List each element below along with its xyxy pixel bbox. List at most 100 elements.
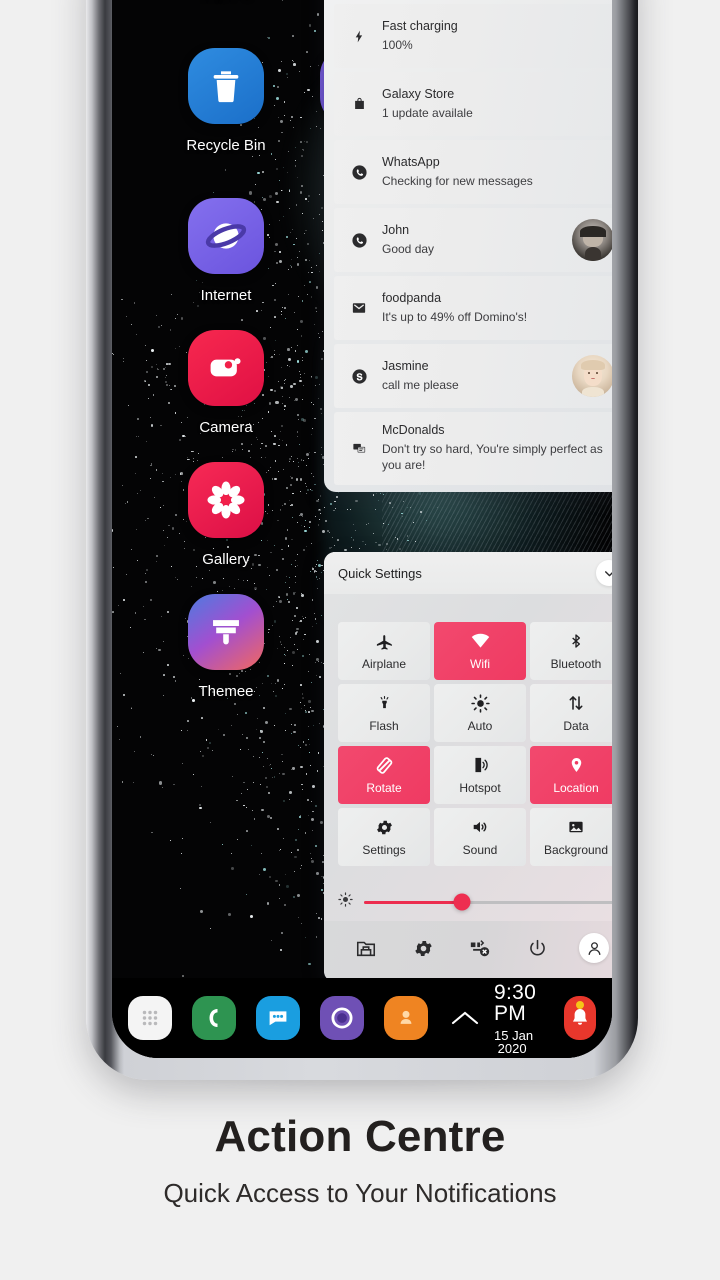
clock-date: 15 Jan 2020 <box>494 1029 552 1055</box>
quick-setting-tile-airplane[interactable]: Airplane <box>338 622 430 680</box>
app-drawer-icon[interactable] <box>128 996 172 1040</box>
brightness-slider-knob[interactable] <box>453 893 471 911</box>
notification-list[interactable]: Fast charging 100% Galaxy Store 1 update av… <box>324 0 612 492</box>
desktop-icon-label: Internet <box>200 287 252 304</box>
file-explorer-icon[interactable] <box>351 933 381 963</box>
quick-setting-tile-wifi[interactable]: Wifi <box>434 622 526 680</box>
quick-setting-tile-label: Location <box>553 781 599 795</box>
rotate-icon <box>374 755 395 775</box>
shopping-bag-icon <box>346 96 372 112</box>
quick-setting-tile-bluetooth[interactable]: Bluetooth <box>530 622 612 680</box>
airplane-icon <box>375 631 394 651</box>
desktop-icon-themee[interactable]: Themee <box>172 594 280 700</box>
quick-setting-tile-location[interactable]: Location <box>530 746 612 804</box>
notification-item-title: Fast charging <box>382 18 458 33</box>
desktop-icon-label: Thic PC <box>172 0 280 4</box>
quick-setting-tile-rotate[interactable]: Rotate <box>338 746 430 804</box>
messages-icon <box>346 441 372 456</box>
chevron-down-icon[interactable] <box>596 560 612 586</box>
notification-item-title: McDonalds <box>382 423 445 437</box>
taskbar-clock[interactable]: 9:30 PM 15 Jan 2020 <box>494 982 552 1055</box>
desktop-icon-recycle-bin[interactable]: Recycle Bin <box>172 48 280 154</box>
image-icon <box>566 817 586 837</box>
user-account-icon[interactable] <box>579 933 609 964</box>
camera-icon <box>188 330 264 406</box>
notification-item-body: 100% <box>382 37 413 52</box>
bell-icon[interactable] <box>564 996 597 1040</box>
notification-item-body: 1 update availale <box>382 105 473 120</box>
contacts-icon[interactable] <box>384 996 428 1040</box>
gear-icon[interactable] <box>408 933 438 963</box>
desktop-icon-label: Gallery <box>202 551 250 568</box>
notification-text: WhatsApp Checking for new messages <box>382 155 612 190</box>
quick-settings-action-row[interactable] <box>324 920 612 982</box>
messages-icon[interactable] <box>256 996 300 1040</box>
quick-setting-tile-hotspot[interactable]: Hotspot <box>434 746 526 804</box>
quick-setting-tile-label: Bluetooth <box>550 657 602 671</box>
brightness-icon <box>338 892 353 912</box>
notification-item-body: Good day <box>382 241 435 256</box>
notification-item[interactable]: John Good day <box>334 208 612 272</box>
notification-item[interactable]: foodpanda It's up to 49% off Domino's! <box>334 276 612 340</box>
notification-item[interactable]: WhatsApp Checking for new messages <box>334 140 612 204</box>
desktop-icon-gallery[interactable]: Gallery <box>172 462 280 568</box>
notification-item[interactable]: Jasmine call me please <box>334 344 612 408</box>
phone-icon[interactable] <box>192 996 236 1040</box>
notification-text: John Good day <box>382 223 564 258</box>
browser-icon[interactable] <box>320 996 364 1040</box>
gear-icon <box>375 817 394 837</box>
quick-setting-tile-background[interactable]: Background <box>530 808 612 866</box>
desktop-icon-internet[interactable]: Internet <box>172 198 280 304</box>
bluetooth-icon <box>568 631 584 651</box>
flashlight-icon <box>377 693 392 713</box>
brightness-icon <box>470 693 490 713</box>
brightness-slider-fill <box>364 900 463 904</box>
quick-setting-tile-settings[interactable]: Settings <box>338 808 430 866</box>
quick-setting-tile-label: Sound <box>462 843 498 857</box>
quick-setting-tile-auto[interactable]: Auto <box>434 684 526 742</box>
brightness-slider[interactable] <box>364 893 612 911</box>
clock-year: 2020 <box>497 1040 527 1056</box>
quick-setting-tile-label: Settings <box>362 843 406 857</box>
whatsapp-icon <box>346 232 372 249</box>
notification-item-body: Don't try so hard, You're simply perfect… <box>382 442 603 472</box>
quick-setting-tile-label: Auto <box>467 719 493 733</box>
chevron-up-icon[interactable] <box>448 1001 482 1035</box>
desktop-icon-this-pc[interactable]: Thic PC <box>172 0 280 4</box>
notification-item[interactable]: Fast charging 100% <box>334 4 612 68</box>
quick-setting-tile-data[interactable]: Data <box>530 684 612 742</box>
caption-title: Action Centre <box>214 1112 506 1161</box>
quick-setting-tile-sound[interactable]: Sound <box>434 808 526 866</box>
quick-setting-tile-label: Background <box>543 843 609 857</box>
bolt-icon <box>346 28 372 45</box>
quick-setting-tile-label: Wifi <box>470 657 490 671</box>
quick-settings-panel: Quick Settings Airplane Wifi Bluetooth Flas… <box>324 552 612 982</box>
hotspot-icon <box>471 755 490 775</box>
notification-text: Galaxy Store 1 update availale <box>382 87 612 122</box>
quick-settings-title: Quick Settings <box>338 565 422 581</box>
notification-item-body: call me please <box>382 377 459 392</box>
notification-text: McDonalds Don't try so hard, You're simpl… <box>382 423 612 474</box>
location-icon <box>568 755 585 775</box>
notification-item-title: foodpanda <box>382 290 442 305</box>
recycle-bin-icon <box>188 48 264 124</box>
quick-settings-tile-grid[interactable]: Airplane Wifi Bluetooth Flash Auto Data Rotate… <box>324 594 612 866</box>
power-icon[interactable] <box>522 933 552 963</box>
notification-text: Jasmine call me please <box>382 359 564 394</box>
data-icon <box>567 693 585 713</box>
notification-item-title: Jasmine <box>382 358 429 373</box>
brightness-slider-row <box>338 884 612 921</box>
desktop-icon-label: Recycle Bin <box>186 137 266 154</box>
notification-item-body: It's up to 49% off Domino's! <box>382 309 528 324</box>
notification-item[interactable]: McDonalds Don't try so hard, You're simpl… <box>334 412 612 485</box>
bell-badge-dot <box>576 1001 585 1009</box>
phone-device: Thic PCYoutubeRecycle BinClockInternetCa… <box>86 0 638 1080</box>
quick-setting-tile-flash[interactable]: Flash <box>338 684 430 742</box>
wifi-icon <box>470 631 491 651</box>
notification-item-title: John <box>382 222 410 237</box>
themee-icon <box>188 594 264 670</box>
notification-item[interactable]: Galaxy Store 1 update availale <box>334 72 612 136</box>
desktop-icon-camera[interactable]: Camera <box>172 330 280 436</box>
quick-setting-tile-label: Rotate <box>366 781 402 795</box>
network-disconnect-icon[interactable] <box>465 933 495 963</box>
